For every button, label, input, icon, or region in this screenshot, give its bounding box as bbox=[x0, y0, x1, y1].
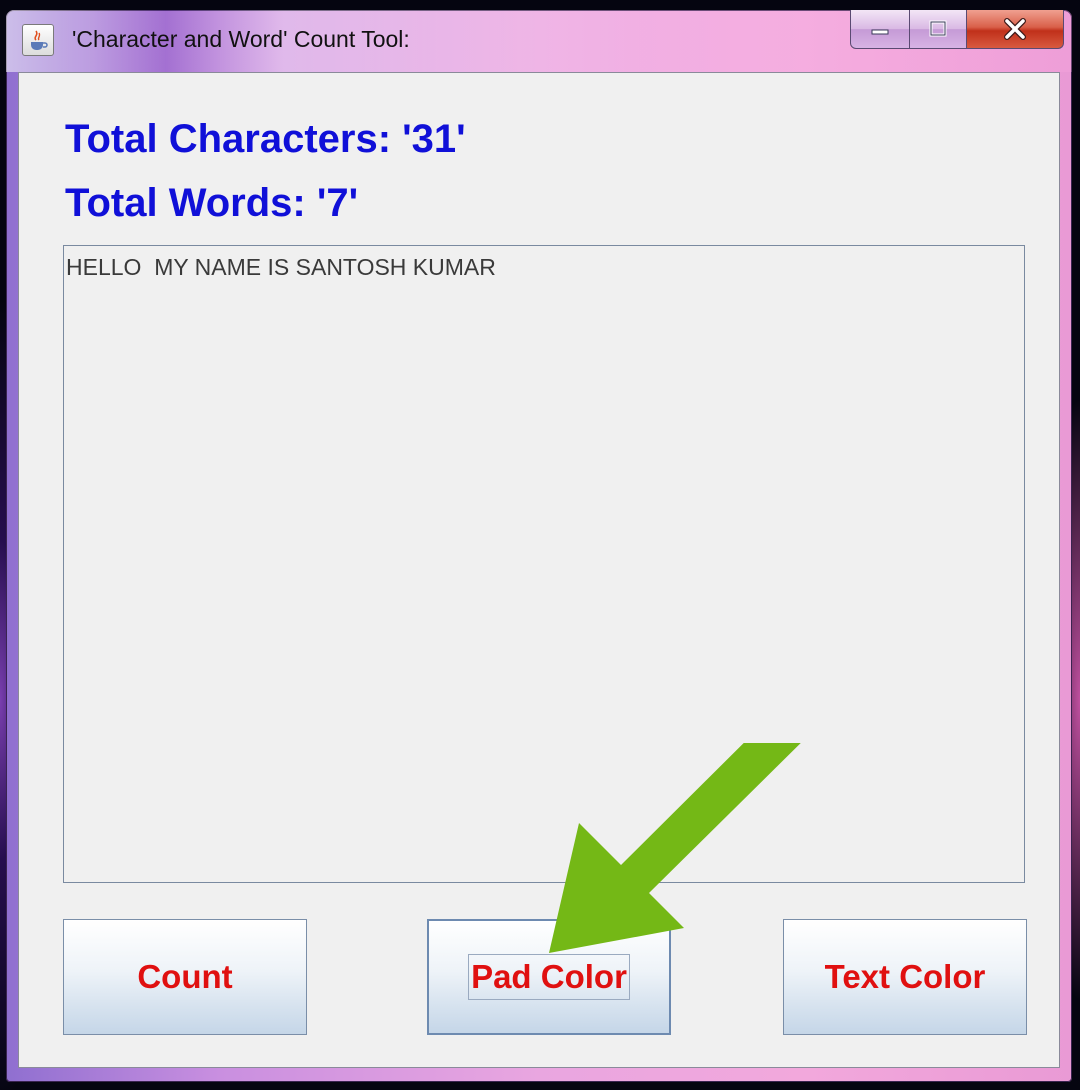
count-button-label: Count bbox=[137, 958, 233, 995]
minimize-icon bbox=[871, 29, 889, 35]
java-cup-icon[interactable] bbox=[22, 24, 54, 56]
text-color-button-label: Text Color bbox=[824, 958, 986, 995]
app-window: 'Character and Word' Count Tool: Total C… bbox=[6, 10, 1072, 1082]
close-icon bbox=[1004, 18, 1026, 40]
green-arrow-annotation bbox=[549, 743, 801, 953]
count-button[interactable]: Count bbox=[63, 919, 307, 1035]
maximize-button[interactable] bbox=[910, 10, 967, 49]
close-button[interactable] bbox=[967, 10, 1064, 49]
total-words-label: Total Words: '7' bbox=[65, 181, 359, 225]
text-input-area[interactable]: HELLO MY NAME IS SANTOSH KUMAR bbox=[63, 245, 1025, 883]
title-bar[interactable]: 'Character and Word' Count Tool: bbox=[6, 10, 1072, 72]
window-controls bbox=[850, 10, 1064, 52]
maximize-icon bbox=[929, 20, 947, 37]
minimize-button[interactable] bbox=[850, 10, 910, 49]
total-characters-label: Total Characters: '31' bbox=[65, 117, 466, 161]
window-title: 'Character and Word' Count Tool: bbox=[72, 26, 410, 52]
content-panel: Total Characters: '31' Total Words: '7' … bbox=[18, 72, 1060, 1068]
